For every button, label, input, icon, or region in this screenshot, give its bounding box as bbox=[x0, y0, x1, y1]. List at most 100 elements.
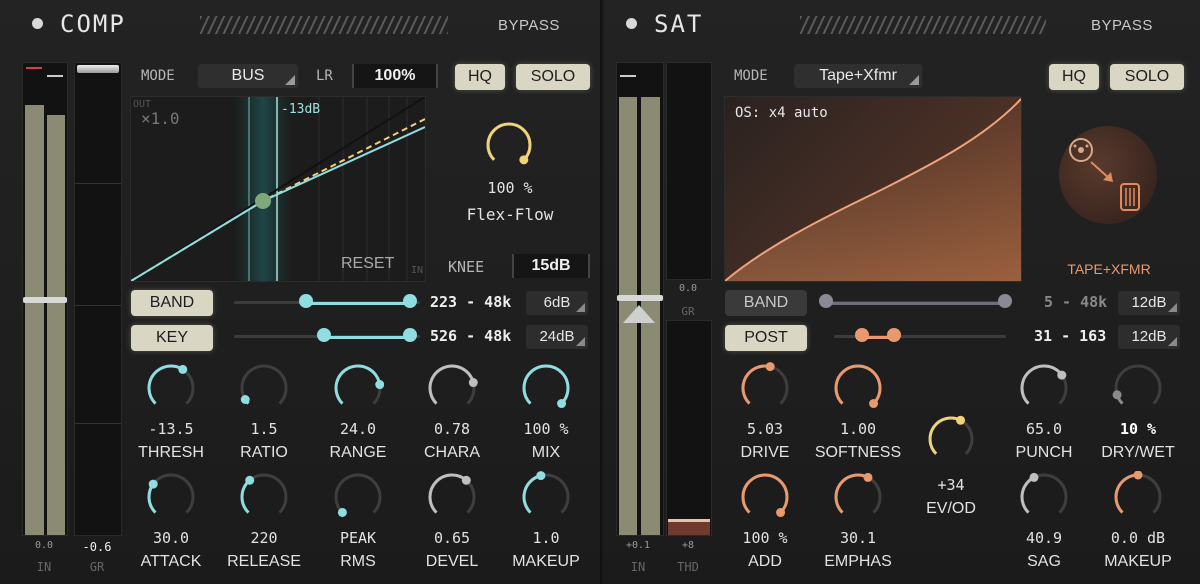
sat-post-low-handle[interactable] bbox=[855, 328, 869, 342]
sat-in-level-handle[interactable] bbox=[617, 295, 663, 301]
comp-ratio-knob[interactable] bbox=[238, 362, 290, 414]
comp-gr-handle[interactable] bbox=[77, 65, 119, 73]
comp-release-knob[interactable] bbox=[238, 471, 290, 523]
comp-key-slope-value: 24dB bbox=[539, 328, 575, 345]
sat-punch-label: PUNCH bbox=[1015, 444, 1073, 461]
comp-release-value: 220 bbox=[250, 529, 278, 547]
sat-bypass-button[interactable]: BYPASS bbox=[1091, 17, 1153, 34]
sat-hq-button[interactable]: HQ bbox=[1049, 64, 1099, 90]
comp-in-meter-value: 0.0 bbox=[34, 540, 54, 551]
sat-in-meter bbox=[616, 62, 664, 536]
knob-pointer bbox=[863, 472, 873, 482]
sat-band-slope-select[interactable]: 12dB bbox=[1118, 291, 1180, 315]
comp-in-meter bbox=[22, 62, 68, 536]
knob-arc bbox=[1114, 473, 1139, 514]
comp-band-slope-select[interactable]: 6dB bbox=[526, 291, 588, 315]
comp-transfer-graph[interactable]: OUT ×1.0 -13dB RESET IN bbox=[130, 96, 426, 282]
comp-rms-knob[interactable] bbox=[332, 471, 384, 523]
comp-lr-value-field[interactable]: 100% bbox=[352, 64, 438, 88]
knob-pointer bbox=[240, 394, 250, 404]
comp-attack-knob[interactable] bbox=[145, 471, 197, 523]
knob-arc bbox=[741, 364, 771, 405]
comp-mode-label: MODE bbox=[141, 68, 175, 84]
knob-pointer bbox=[765, 362, 775, 372]
comp-knee-value-field[interactable]: 15dB bbox=[512, 254, 590, 278]
comp-mode-value: BUS bbox=[231, 67, 265, 84]
comp-makeup-value: 1.0 bbox=[532, 529, 560, 547]
sat-punch-knob[interactable] bbox=[1018, 362, 1070, 414]
sat-drywet-knob[interactable] bbox=[1112, 362, 1164, 414]
comp-reset-button[interactable]: RESET bbox=[341, 255, 394, 273]
sat-band-button[interactable]: BAND bbox=[725, 290, 807, 316]
comp-key-range: 526 - 48k bbox=[430, 327, 512, 345]
comp-power-icon[interactable] bbox=[32, 18, 43, 29]
comp-gr-meter-label: GR bbox=[89, 560, 105, 574]
comp-panel: COMP BYPASS 0.0 -0.6 IN GR MODE BUS LR 1… bbox=[0, 0, 602, 584]
sat-gr-meter-value: 0.0 bbox=[678, 283, 698, 294]
comp-band-range-fill bbox=[306, 302, 410, 305]
comp-key-high-handle[interactable] bbox=[403, 328, 417, 342]
sat-makeup-knob[interactable] bbox=[1112, 471, 1164, 523]
knob-pointer bbox=[178, 364, 188, 374]
comp-band-slope-value: 6dB bbox=[543, 294, 571, 311]
comp-key-low-handle[interactable] bbox=[317, 328, 331, 342]
comp-key-slope-select[interactable]: 24dB bbox=[526, 325, 588, 349]
comp-mix-label: MIX bbox=[531, 444, 561, 461]
sat-transfer-graph[interactable]: OS: x4 auto bbox=[724, 96, 1022, 282]
comp-solo-button[interactable]: SOLO bbox=[516, 64, 590, 90]
sat-band-high-handle[interactable] bbox=[998, 294, 1012, 308]
sat-emphas-label: EMPHAS bbox=[824, 553, 892, 570]
sat-post-slope-select[interactable]: 12dB bbox=[1118, 325, 1180, 349]
comp-mode-select[interactable]: BUS bbox=[198, 64, 298, 88]
sat-power-icon[interactable] bbox=[626, 18, 637, 29]
sat-band-range: 5 - 48k bbox=[1044, 293, 1108, 311]
ev-od-knob[interactable] bbox=[926, 414, 976, 464]
knob-arc bbox=[147, 364, 184, 405]
sat-softness-knob[interactable] bbox=[832, 362, 884, 414]
sat-solo-button[interactable]: SOLO bbox=[1110, 64, 1184, 90]
sat-gr-meter-label: GR bbox=[681, 305, 695, 318]
comp-bypass-button[interactable]: BYPASS bbox=[498, 17, 560, 34]
comp-range-knob[interactable] bbox=[332, 362, 384, 414]
sat-post-button[interactable]: POST bbox=[725, 325, 807, 351]
knob-pointer bbox=[148, 479, 158, 489]
sat-os-readout: OS: x4 auto bbox=[735, 105, 828, 121]
comp-band-high-handle[interactable] bbox=[403, 294, 417, 308]
sat-add-label: ADD bbox=[748, 553, 782, 570]
knob-arc bbox=[1020, 476, 1035, 514]
sat-emphas-knob[interactable] bbox=[832, 471, 884, 523]
flex-flow-knob[interactable] bbox=[484, 120, 534, 170]
tape-xfmr-icon[interactable] bbox=[1059, 126, 1157, 224]
ev-od-label: EV/OD bbox=[926, 500, 976, 517]
sat-in-level-arrow-icon[interactable] bbox=[623, 305, 655, 323]
knob-arc bbox=[1020, 364, 1064, 405]
sat-drive-knob[interactable] bbox=[739, 362, 791, 414]
knob-arc bbox=[834, 364, 882, 405]
knob-arc bbox=[240, 479, 251, 514]
sat-mode-select[interactable]: Tape+Xfmr bbox=[794, 64, 922, 88]
comp-thresh-knob[interactable] bbox=[145, 362, 197, 414]
comp-hq-button[interactable]: HQ bbox=[455, 64, 505, 90]
sat-panel: SAT BYPASS 0.0 GR +0.1 +8 IN THD MODE Ta… bbox=[604, 0, 1200, 584]
knob-arc bbox=[428, 473, 468, 514]
comp-mix-knob[interactable] bbox=[520, 362, 572, 414]
comp-band-button[interactable]: BAND bbox=[131, 290, 213, 316]
comp-rms-label: RMS bbox=[340, 553, 376, 570]
knob-arc bbox=[928, 416, 962, 455]
comp-makeup-knob[interactable] bbox=[520, 471, 572, 523]
sat-post-high-handle[interactable] bbox=[887, 328, 901, 342]
knob-arc bbox=[834, 473, 869, 514]
comp-graph-in-label: IN bbox=[411, 265, 424, 276]
comp-band-low-handle[interactable] bbox=[299, 294, 313, 308]
knob-arc bbox=[334, 364, 382, 405]
comp-key-button[interactable]: KEY bbox=[131, 325, 213, 351]
knob-arc bbox=[741, 473, 789, 514]
sat-add-knob[interactable] bbox=[739, 471, 791, 523]
comp-chara-knob[interactable] bbox=[426, 362, 478, 414]
sat-band-low-handle[interactable] bbox=[819, 294, 833, 308]
comp-in-meter-left-bar bbox=[25, 105, 44, 535]
sat-sag-knob[interactable] bbox=[1018, 471, 1070, 523]
comp-devel-knob[interactable] bbox=[426, 471, 478, 523]
sat-gr-meter bbox=[666, 62, 712, 280]
comp-in-level-handle[interactable] bbox=[23, 297, 67, 303]
